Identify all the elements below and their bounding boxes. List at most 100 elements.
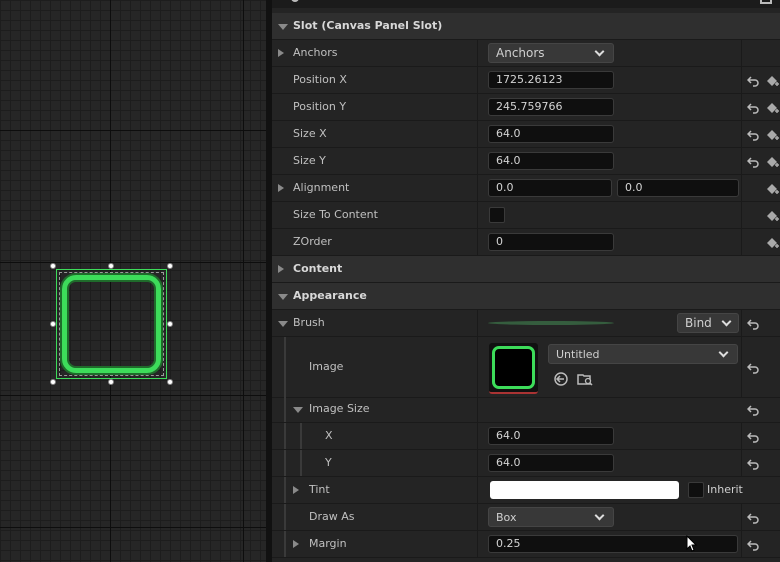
asset-picker-dropdown[interactable]: Untitled (548, 344, 738, 364)
property-row-draw-as: Draw As Box (272, 504, 780, 531)
property-row-zorder: ZOrder 0 (272, 229, 780, 256)
reset-to-default-icon[interactable] (747, 318, 759, 330)
selected-image-widget[interactable] (50, 263, 173, 385)
reset-to-default-icon[interactable] (747, 102, 759, 114)
brush-preview-strip (488, 321, 614, 325)
draw-as-value: Box (496, 511, 517, 524)
section-appearance[interactable]: Appearance (272, 283, 780, 310)
reset-to-default-icon[interactable] (747, 156, 759, 168)
grid-major-line (0, 395, 266, 396)
settings-icon[interactable] (760, 0, 772, 4)
alignment-x-field[interactable]: 0.0 (488, 179, 612, 197)
keyframe-icon[interactable] (766, 101, 779, 113)
anchors-value: Anchors (496, 46, 545, 60)
section-content[interactable]: Content (272, 256, 780, 283)
chevron-down-icon (594, 510, 605, 521)
expand-arrow-icon[interactable] (293, 486, 299, 494)
anchors-dropdown[interactable]: Anchors (488, 43, 614, 63)
resize-handle-left[interactable] (50, 321, 56, 327)
property-row-margin: Margin 0.25 (272, 531, 780, 558)
chevron-down-icon (718, 347, 729, 358)
reset-to-default-icon[interactable] (747, 129, 759, 141)
section-title: Content (293, 262, 343, 275)
grid-major-line (243, 0, 244, 562)
section-title: Appearance (293, 289, 367, 302)
section-title: Slot (Canvas Panel Slot) (293, 19, 443, 32)
margin-field[interactable]: 0.25 (488, 535, 738, 553)
keyframe-icon[interactable] (766, 182, 779, 194)
resize-handle-bottom-left[interactable] (50, 379, 56, 385)
expand-arrow-icon[interactable] (278, 49, 284, 57)
reset-to-default-icon[interactable] (747, 75, 759, 87)
bind-dropdown[interactable]: Bind (677, 313, 739, 333)
position-x-field[interactable]: 1725.26123 (488, 71, 614, 89)
tint-color-swatch[interactable] (490, 481, 679, 499)
property-label: Y (325, 456, 332, 469)
keyframe-icon[interactable] (766, 128, 779, 140)
property-label: Tint (309, 483, 330, 496)
collapse-arrow-icon (278, 294, 288, 300)
property-row-image-size-y: Y 64.0 (272, 450, 780, 477)
resize-handle-bottom-right[interactable] (167, 379, 173, 385)
property-label: X (325, 429, 333, 442)
resize-handle-bottom[interactable] (108, 379, 114, 385)
chevron-down-icon (594, 46, 605, 57)
reset-to-default-icon[interactable] (747, 512, 759, 524)
expand-arrow-icon (278, 265, 284, 273)
resize-handle-right[interactable] (167, 321, 173, 327)
property-label: Position X (293, 73, 347, 86)
reset-to-default-icon[interactable] (747, 539, 759, 551)
size-x-field[interactable]: 64.0 (488, 125, 614, 143)
reset-to-default-icon[interactable] (747, 458, 759, 470)
image-thumbnail[interactable] (489, 343, 538, 394)
image-size-y-field[interactable]: 64.0 (488, 454, 614, 472)
grid-major-line (0, 262, 266, 263)
expand-arrow-icon[interactable] (293, 540, 299, 548)
property-label: Size Y (293, 154, 326, 167)
asset-name: Untitled (556, 348, 600, 361)
reset-to-default-icon[interactable] (747, 362, 759, 374)
property-row-image-size: Image Size (272, 396, 780, 423)
search-icon (291, 0, 299, 2)
inherit-checkbox[interactable] (688, 482, 704, 498)
collapse-arrow-icon[interactable] (278, 321, 288, 327)
keyframe-icon[interactable] (766, 74, 779, 86)
use-selected-asset-icon[interactable] (553, 371, 569, 391)
details-panel: Slot (Canvas Panel Slot) Anchors Anchors… (272, 0, 780, 562)
property-label: Size To Content (293, 208, 378, 221)
size-y-field[interactable]: 64.0 (488, 152, 614, 170)
property-row-anchors: Anchors Anchors (272, 40, 780, 67)
property-row-size-y: Size Y 64.0 (272, 148, 780, 175)
collapse-arrow-icon[interactable] (293, 407, 303, 413)
draw-as-dropdown[interactable]: Box (488, 507, 614, 527)
keyframe-icon[interactable] (766, 155, 779, 167)
chevron-down-icon (721, 316, 732, 327)
zorder-field[interactable]: 0 (488, 233, 614, 251)
property-row-size-x: Size X 64.0 (272, 121, 780, 148)
section-slot[interactable]: Slot (Canvas Panel Slot) (272, 13, 780, 40)
reset-to-default-icon[interactable] (747, 431, 759, 443)
size-to-content-checkbox[interactable] (489, 207, 505, 223)
resize-handle-top[interactable] (108, 263, 114, 269)
property-row-position-x: Position X 1725.26123 (272, 67, 780, 94)
resize-handle-top-left[interactable] (50, 263, 56, 269)
property-label: Position Y (293, 100, 347, 113)
expand-arrow-icon[interactable] (278, 184, 284, 192)
grid-major-line (0, 527, 266, 528)
property-row-size-to-content: Size To Content (272, 202, 780, 229)
resize-handle-top-right[interactable] (167, 263, 173, 269)
position-y-field[interactable]: 245.759766 (488, 98, 614, 116)
designer-viewport[interactable] (0, 0, 266, 562)
keyframe-icon[interactable] (766, 236, 779, 248)
grid-major-line (0, 130, 266, 131)
reset-to-default-icon[interactable] (747, 404, 759, 416)
alignment-y-field[interactable]: 0.0 (617, 179, 739, 197)
search-bar[interactable] (272, 0, 780, 8)
browse-asset-icon[interactable] (577, 371, 593, 391)
property-label: ZOrder (293, 235, 332, 248)
keyframe-icon[interactable] (766, 209, 779, 221)
collapse-arrow-icon (278, 24, 288, 30)
property-label: Brush (293, 316, 325, 329)
property-label: Size X (293, 127, 327, 140)
image-size-x-field[interactable]: 64.0 (488, 427, 614, 445)
